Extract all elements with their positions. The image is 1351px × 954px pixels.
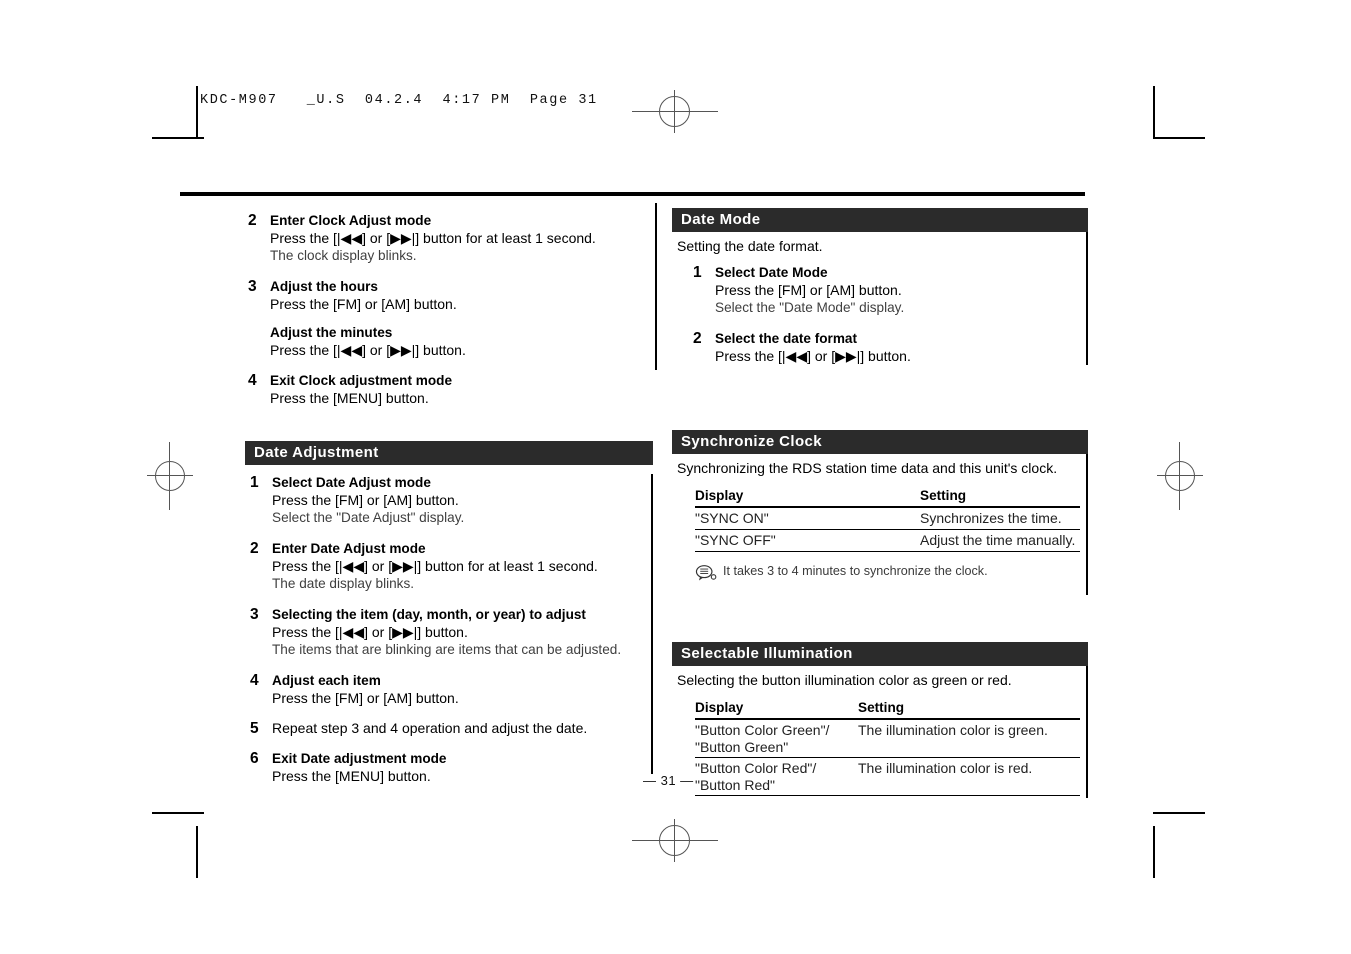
- selectable-illumination-table: Display Setting "Button Color Green"/ "B…: [695, 699, 1080, 796]
- crop-mark-top-left-vertical: [196, 86, 198, 138]
- crop-mark-top-right-horizontal: [1153, 137, 1205, 139]
- step-instruction: Press the [FM] or [AM] button.: [272, 492, 459, 508]
- step-note: Select the "Date Adjust" display.: [272, 510, 465, 525]
- table-row: "SYNC OFF" Adjust the time manually.: [695, 529, 1080, 552]
- step-number: 1: [693, 264, 702, 281]
- step-number: 2: [693, 330, 702, 347]
- step-number: 3: [248, 278, 257, 295]
- crop-mark-top-right-vertical: [1153, 86, 1155, 138]
- note-bubble-icon: [695, 564, 717, 582]
- date-mode-section: Date Mode Setting the date format. 1 Sel…: [672, 208, 1088, 365]
- step-item: 1 Select Date Adjust mode Press the [FM]…: [250, 474, 651, 527]
- step-subheading: Adjust the minutes: [270, 325, 393, 340]
- step-item: 6 Exit Date adjustment mode Press the [M…: [250, 750, 651, 785]
- step-number: 6: [250, 750, 259, 767]
- section-lead-text: Selecting the button illumination color …: [677, 672, 1012, 688]
- cell-setting: Adjust the time manually.: [920, 529, 1080, 552]
- synchronize-clock-section: Synchronize Clock Synchronizing the RDS …: [672, 430, 1088, 595]
- step-heading: Exit Clock adjustment mode: [270, 373, 453, 388]
- step-heading: Enter Clock Adjust mode: [270, 213, 432, 228]
- table-header-row: Display Setting: [695, 487, 1080, 508]
- step-heading: Adjust the hours: [270, 279, 378, 294]
- cell-display: "SYNC OFF": [695, 529, 920, 552]
- step-number: 2: [248, 212, 257, 229]
- table-row: "Button Color Green"/ "Button Green" The…: [695, 719, 1080, 758]
- step-heading: Select Date Mode: [715, 265, 828, 280]
- clock-adjust-steps-section: 2 Enter Clock Adjust mode Press the [|◀◀…: [248, 203, 638, 407]
- step-number: 3: [250, 606, 259, 623]
- selectable-illumination-section: Selectable Illumination Selecting the bu…: [672, 642, 1088, 798]
- step-item: 3 Selecting the item (day, month, or yea…: [250, 606, 651, 659]
- step-heading: Selecting the item (day, month, or year)…: [272, 607, 586, 622]
- step-heading: Exit Date adjustment mode: [272, 751, 447, 766]
- section-title-date-mode: Date Mode: [672, 208, 1088, 232]
- step-item: 2 Enter Clock Adjust mode Press the [|◀◀…: [248, 212, 638, 265]
- step-heading: Select Date Adjust mode: [272, 475, 431, 490]
- step-instruction: Press the [MENU] button.: [272, 768, 431, 784]
- column-divider: [655, 203, 657, 370]
- section-title-date-adjustment: Date Adjustment: [245, 441, 653, 465]
- step-instruction: Press the [|◀◀] or [▶▶|] button for at l…: [270, 230, 596, 246]
- cell-display: "Button Color Green"/ "Button Green": [695, 719, 858, 758]
- section-title-synchronize-clock: Synchronize Clock: [672, 430, 1088, 454]
- note-block: It takes 3 to 4 minutes to synchronize t…: [695, 563, 1086, 582]
- step-instruction: Press the [FM] or [AM] button.: [715, 282, 902, 298]
- column-header-setting: Setting: [858, 699, 1080, 720]
- step-instruction: Press the [MENU] button.: [270, 390, 429, 406]
- step-instruction: Press the [|◀◀] or [▶▶|] button for at l…: [272, 558, 598, 574]
- step-number: 2: [250, 540, 259, 557]
- step-heading: Enter Date Adjust mode: [272, 541, 426, 556]
- step-instruction: Press the [FM] or [AM] button.: [272, 690, 459, 706]
- crop-mark-bottom-left-vertical: [196, 826, 198, 878]
- step-note: The date display blinks.: [272, 576, 415, 591]
- step-item: 5 Repeat step 3 and 4 operation and adju…: [250, 720, 651, 737]
- section-lead-text: Setting the date format.: [677, 238, 823, 254]
- step-instruction: Press the [FM] or [AM] button.: [270, 296, 457, 312]
- cell-setting: The illumination color is red.: [858, 757, 1080, 796]
- page-number: — 31 —: [643, 773, 694, 788]
- crop-mark-top-left-horizontal: [152, 137, 204, 139]
- imposition-slug: KDC-M907 _U.S 04.2.4 4:17 PM Page 31: [200, 93, 598, 108]
- date-adjustment-section: Date Adjustment 1 Select Date Adjust mod…: [245, 441, 653, 784]
- cell-display: "SYNC ON": [695, 507, 920, 530]
- step-heading: Repeat step 3 and 4 operation and adjust…: [272, 720, 588, 736]
- cell-setting: Synchronizes the time.: [920, 507, 1080, 530]
- section-lead-text: Synchronizing the RDS station time data …: [677, 460, 1058, 476]
- step-note: The clock display blinks.: [270, 248, 417, 263]
- crop-mark-bottom-left-horizontal: [152, 812, 204, 814]
- step-number: 4: [248, 372, 257, 389]
- cell-setting: The illumination color is green.: [858, 719, 1080, 758]
- step-note: The items that are blinking are items th…: [272, 642, 622, 657]
- step-item: 2 Enter Date Adjust mode Press the [|◀◀]…: [250, 540, 651, 593]
- step-instruction: Press the [|◀◀] or [▶▶|] button.: [715, 348, 911, 364]
- synchronize-clock-table: Display Setting "SYNC ON" Synchronizes t…: [695, 487, 1080, 552]
- step-item: 3 Adjust the hours Press the [FM] or [AM…: [248, 278, 638, 359]
- step-number: 5: [250, 720, 259, 737]
- step-instruction-secondary: Press the [|◀◀] or [▶▶|] button.: [270, 342, 466, 358]
- step-number: 4: [250, 672, 259, 689]
- section-title-selectable-illumination: Selectable Illumination: [672, 642, 1088, 666]
- column-header-setting: Setting: [920, 487, 1080, 508]
- table-row: "Button Color Red"/ "Button Red" The ill…: [695, 757, 1080, 796]
- page-top-rule: [180, 192, 1085, 196]
- column-header-display: Display: [695, 699, 858, 720]
- step-instruction: Press the [|◀◀] or [▶▶|] button.: [272, 624, 468, 640]
- table-row: "SYNC ON" Synchronizes the time.: [695, 507, 1080, 530]
- step-item: 1 Select Date Mode Press the [FM] or [AM…: [693, 264, 1086, 317]
- step-heading: Select the date format: [715, 331, 858, 346]
- cell-display: "Button Color Red"/ "Button Red": [695, 757, 858, 796]
- step-item: 4 Exit Clock adjustment mode Press the […: [248, 372, 638, 407]
- step-heading: Adjust each item: [272, 673, 381, 688]
- note-text: It takes 3 to 4 minutes to synchronize t…: [723, 564, 988, 578]
- crop-mark-bottom-right-vertical: [1153, 826, 1155, 878]
- step-item: 2 Select the date format Press the [|◀◀]…: [693, 330, 1086, 365]
- crop-mark-bottom-right-horizontal: [1153, 812, 1205, 814]
- table-header-row: Display Setting: [695, 699, 1080, 720]
- column-header-display: Display: [695, 487, 920, 508]
- step-number: 1: [250, 474, 259, 491]
- step-item: 4 Adjust each item Press the [FM] or [AM…: [250, 672, 651, 707]
- step-note: Select the "Date Mode" display.: [715, 300, 905, 315]
